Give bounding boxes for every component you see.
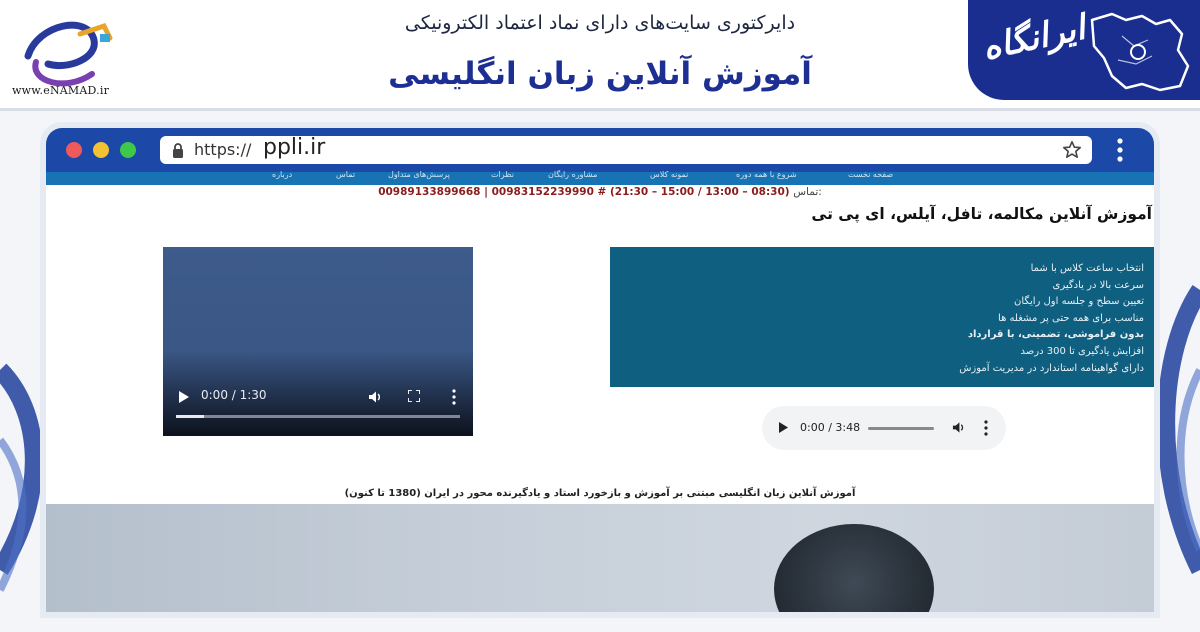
video-more-options-icon[interactable] [452,389,456,405]
hero-image [46,504,1154,612]
browser-titlebar: https:// ppli.ir [46,128,1154,172]
feature-item: دارای گواهینامه استاندارد در مدیریت آموز… [959,362,1144,374]
url-prefix: https:// [194,140,252,159]
site-navigation: صفحه نخست شروع با همه دوره نمونه کلاس مش… [46,170,1154,185]
browser-menu-icon[interactable] [1116,138,1124,162]
contact-label: تماس: [793,186,822,198]
video-player[interactable]: 0:00 / 1:30 [163,247,473,436]
nav-item-about[interactable]: درباره [272,170,292,179]
audio-time: 0:00 / 3:48 [800,421,861,434]
features-panel: انتخاب ساعت کلاس با شما سرعت بالا در یادگ… [610,247,1154,387]
site-tagline: آموزش آنلاین زبان انگلیسی مبتنی بر آموزش… [344,488,856,499]
video-time: 0:00 / 1:30 [201,388,267,402]
play-icon[interactable] [179,391,189,403]
video-progress-fill [176,415,205,418]
nav-item-sample-class[interactable]: نمونه کلاس [650,170,688,179]
bookmark-star-icon[interactable] [1062,140,1082,160]
feature-item: افزایش یادگیری تا 300 درصد [1020,345,1144,357]
person-photo [774,524,934,612]
website-content: صفحه نخست شروع با همه دوره نمونه کلاس مش… [46,170,1154,612]
nav-item-courses[interactable]: شروع با همه دوره [736,170,797,179]
fullscreen-icon[interactable] [408,390,420,402]
close-window-icon[interactable] [66,142,82,158]
feature-item: تعیین سطح و جلسه اول رایگان [1014,296,1144,308]
volume-icon[interactable] [368,390,382,404]
feature-list: انتخاب ساعت کلاس با شما سرعت بالا در یادگ… [884,261,1144,377]
audio-player[interactable]: 0:00 / 3:48 [762,406,1006,450]
banner-divider [0,108,1200,111]
browser-window: https:// ppli.ir صفحه نخست شروع با همه د… [46,128,1154,612]
feature-item: مناسب برای همه حتی پر مشغله ها [998,312,1144,324]
url-domain: ppli.ir [263,135,326,160]
video-progress-bar[interactable] [176,415,460,418]
nav-item-reviews[interactable]: نظرات [491,170,514,179]
audio-progress-bar[interactable] [868,427,934,430]
nav-item-home[interactable]: صفحه نخست [848,170,893,179]
lock-icon [173,143,183,158]
page-heading: آموزش آنلاین مکالمه، تافل، آیلس، ای پی ت… [811,205,1152,223]
audio-more-options-icon[interactable] [984,420,988,436]
contact-numbers[interactable]: 00989133899668 | 00983152239990 # (21:30… [378,186,789,198]
maximize-window-icon[interactable] [120,142,136,158]
nav-item-consultation[interactable]: مشاوره رایگان [548,170,597,179]
feature-item: سرعت بالا در یادگیری [1052,279,1144,291]
brand-logo[interactable]: ایرانگاه [968,0,1200,100]
contact-info: 00989133899668 | 00983152239990 # (21:30… [46,186,1154,198]
feature-item: انتخاب ساعت کلاس با شما [1030,263,1144,274]
audio-play-icon[interactable] [779,422,788,433]
address-bar[interactable]: https:// ppli.ir [160,135,1092,164]
audio-volume-icon[interactable] [952,421,965,434]
nav-item-contact[interactable]: تماس [336,170,355,179]
feature-item: بدون فراموشی، تضمینی، با قرارداد [967,329,1144,341]
top-banner: www.eNAMAD.ir دایرکتوری سایت‌های دارای ن… [0,0,1200,108]
iran-map-icon [1090,12,1190,92]
brand-name: ایرانگاه [978,7,1089,69]
minimize-window-icon[interactable] [93,142,109,158]
nav-item-faq[interactable]: پرسش‌های متداول [388,170,450,179]
